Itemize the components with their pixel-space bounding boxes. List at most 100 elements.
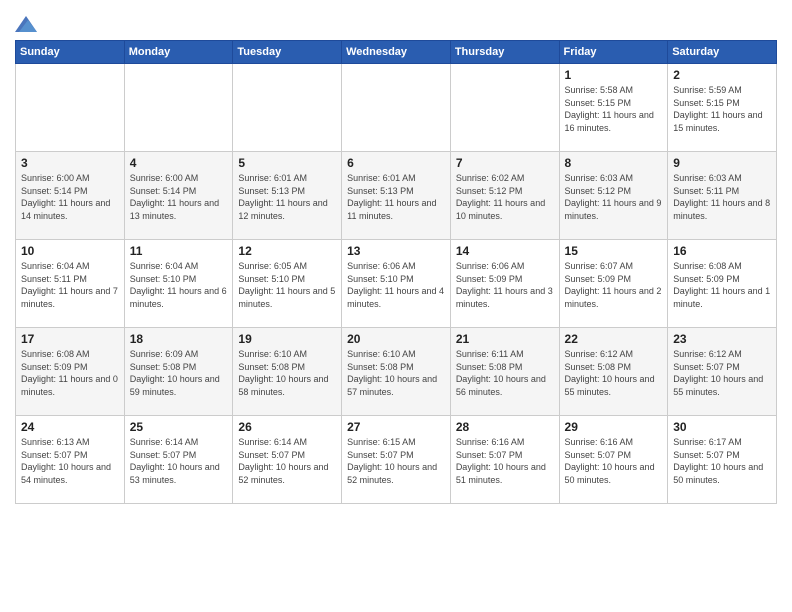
daylight: Daylight: 11 hours and 16 minutes. xyxy=(565,110,654,133)
day-info: Sunrise: 6:08 AM Sunset: 5:09 PM Dayligh… xyxy=(673,260,771,310)
daylight: Daylight: 11 hours and 5 minutes. xyxy=(238,286,335,309)
day-info: Sunrise: 6:11 AM Sunset: 5:08 PM Dayligh… xyxy=(456,348,554,398)
day-info: Sunrise: 6:01 AM Sunset: 5:13 PM Dayligh… xyxy=(238,172,336,222)
sunrise: Sunrise: 6:15 AM xyxy=(347,437,416,447)
daylight: Daylight: 10 hours and 54 minutes. xyxy=(21,462,111,485)
sunrise: Sunrise: 6:10 AM xyxy=(347,349,416,359)
day-cell: 18 Sunrise: 6:09 AM Sunset: 5:08 PM Dayl… xyxy=(124,328,233,416)
sunrise: Sunrise: 6:14 AM xyxy=(130,437,199,447)
sunset: Sunset: 5:15 PM xyxy=(565,98,632,108)
sunset: Sunset: 5:08 PM xyxy=(456,362,523,372)
day-cell: 15 Sunrise: 6:07 AM Sunset: 5:09 PM Dayl… xyxy=(559,240,668,328)
day-info: Sunrise: 6:04 AM Sunset: 5:11 PM Dayligh… xyxy=(21,260,119,310)
day-number: 27 xyxy=(347,420,445,434)
day-number: 26 xyxy=(238,420,336,434)
day-cell: 6 Sunrise: 6:01 AM Sunset: 5:13 PM Dayli… xyxy=(342,152,451,240)
day-info: Sunrise: 6:14 AM Sunset: 5:07 PM Dayligh… xyxy=(130,436,228,486)
day-info: Sunrise: 6:08 AM Sunset: 5:09 PM Dayligh… xyxy=(21,348,119,398)
daylight: Daylight: 11 hours and 10 minutes. xyxy=(456,198,545,221)
day-number: 23 xyxy=(673,332,771,346)
sunrise: Sunrise: 6:06 AM xyxy=(456,261,525,271)
sunset: Sunset: 5:08 PM xyxy=(238,362,305,372)
day-cell: 11 Sunrise: 6:04 AM Sunset: 5:10 PM Dayl… xyxy=(124,240,233,328)
day-info: Sunrise: 6:06 AM Sunset: 5:10 PM Dayligh… xyxy=(347,260,445,310)
daylight: Daylight: 11 hours and 12 minutes. xyxy=(238,198,327,221)
day-cell: 26 Sunrise: 6:14 AM Sunset: 5:07 PM Dayl… xyxy=(233,416,342,504)
daylight: Daylight: 11 hours and 2 minutes. xyxy=(565,286,662,309)
day-number: 5 xyxy=(238,156,336,170)
day-number: 28 xyxy=(456,420,554,434)
sunrise: Sunrise: 6:17 AM xyxy=(673,437,742,447)
day-cell: 16 Sunrise: 6:08 AM Sunset: 5:09 PM Dayl… xyxy=(668,240,777,328)
sunset: Sunset: 5:07 PM xyxy=(238,450,305,460)
day-info: Sunrise: 6:10 AM Sunset: 5:08 PM Dayligh… xyxy=(238,348,336,398)
sunset: Sunset: 5:10 PM xyxy=(130,274,197,284)
day-info: Sunrise: 6:05 AM Sunset: 5:10 PM Dayligh… xyxy=(238,260,336,310)
daylight: Daylight: 11 hours and 1 minute. xyxy=(673,286,770,309)
sunset: Sunset: 5:09 PM xyxy=(21,362,88,372)
daylight: Daylight: 11 hours and 9 minutes. xyxy=(565,198,662,221)
day-info: Sunrise: 6:07 AM Sunset: 5:09 PM Dayligh… xyxy=(565,260,663,310)
day-info: Sunrise: 6:15 AM Sunset: 5:07 PM Dayligh… xyxy=(347,436,445,486)
daylight: Daylight: 10 hours and 58 minutes. xyxy=(238,374,328,397)
sunset: Sunset: 5:14 PM xyxy=(21,186,88,196)
day-cell: 20 Sunrise: 6:10 AM Sunset: 5:08 PM Dayl… xyxy=(342,328,451,416)
day-number: 1 xyxy=(565,68,663,82)
daylight: Daylight: 10 hours and 51 minutes. xyxy=(456,462,546,485)
daylight: Daylight: 10 hours and 59 minutes. xyxy=(130,374,220,397)
sunset: Sunset: 5:11 PM xyxy=(673,186,739,196)
day-number: 22 xyxy=(565,332,663,346)
day-cell: 25 Sunrise: 6:14 AM Sunset: 5:07 PM Dayl… xyxy=(124,416,233,504)
sunrise: Sunrise: 6:03 AM xyxy=(565,173,634,183)
weekday-header-thursday: Thursday xyxy=(450,41,559,64)
day-number: 29 xyxy=(565,420,663,434)
daylight: Daylight: 11 hours and 0 minutes. xyxy=(21,374,118,397)
day-cell: 4 Sunrise: 6:00 AM Sunset: 5:14 PM Dayli… xyxy=(124,152,233,240)
sunset: Sunset: 5:07 PM xyxy=(130,450,197,460)
day-cell: 5 Sunrise: 6:01 AM Sunset: 5:13 PM Dayli… xyxy=(233,152,342,240)
sunset: Sunset: 5:07 PM xyxy=(21,450,88,460)
sunset: Sunset: 5:11 PM xyxy=(21,274,87,284)
sunrise: Sunrise: 6:10 AM xyxy=(238,349,307,359)
logo xyxy=(15,10,39,34)
day-cell xyxy=(124,64,233,152)
weekday-header-friday: Friday xyxy=(559,41,668,64)
sunrise: Sunrise: 6:13 AM xyxy=(21,437,90,447)
daylight: Daylight: 11 hours and 3 minutes. xyxy=(456,286,553,309)
sunset: Sunset: 5:10 PM xyxy=(238,274,305,284)
sunrise: Sunrise: 6:07 AM xyxy=(565,261,634,271)
sunset: Sunset: 5:14 PM xyxy=(130,186,197,196)
day-cell: 30 Sunrise: 6:17 AM Sunset: 5:07 PM Dayl… xyxy=(668,416,777,504)
daylight: Daylight: 11 hours and 4 minutes. xyxy=(347,286,444,309)
sunset: Sunset: 5:10 PM xyxy=(347,274,414,284)
day-number: 9 xyxy=(673,156,771,170)
week-row-5: 24 Sunrise: 6:13 AM Sunset: 5:07 PM Dayl… xyxy=(16,416,777,504)
week-row-4: 17 Sunrise: 6:08 AM Sunset: 5:09 PM Dayl… xyxy=(16,328,777,416)
daylight: Daylight: 10 hours and 50 minutes. xyxy=(565,462,655,485)
day-info: Sunrise: 6:12 AM Sunset: 5:08 PM Dayligh… xyxy=(565,348,663,398)
weekday-header-sunday: Sunday xyxy=(16,41,125,64)
day-number: 24 xyxy=(21,420,119,434)
daylight: Daylight: 11 hours and 11 minutes. xyxy=(347,198,436,221)
daylight: Daylight: 10 hours and 52 minutes. xyxy=(238,462,328,485)
sunrise: Sunrise: 6:02 AM xyxy=(456,173,525,183)
day-cell xyxy=(16,64,125,152)
sunrise: Sunrise: 6:09 AM xyxy=(130,349,199,359)
day-number: 2 xyxy=(673,68,771,82)
week-row-2: 3 Sunrise: 6:00 AM Sunset: 5:14 PM Dayli… xyxy=(16,152,777,240)
day-number: 8 xyxy=(565,156,663,170)
weekday-header-monday: Monday xyxy=(124,41,233,64)
sunset: Sunset: 5:07 PM xyxy=(565,450,632,460)
day-cell: 13 Sunrise: 6:06 AM Sunset: 5:10 PM Dayl… xyxy=(342,240,451,328)
sunset: Sunset: 5:12 PM xyxy=(456,186,523,196)
sunset: Sunset: 5:08 PM xyxy=(347,362,414,372)
sunrise: Sunrise: 6:01 AM xyxy=(238,173,307,183)
sunset: Sunset: 5:15 PM xyxy=(673,98,740,108)
day-number: 15 xyxy=(565,244,663,258)
day-info: Sunrise: 6:01 AM Sunset: 5:13 PM Dayligh… xyxy=(347,172,445,222)
day-info: Sunrise: 5:58 AM Sunset: 5:15 PM Dayligh… xyxy=(565,84,663,134)
day-cell: 27 Sunrise: 6:15 AM Sunset: 5:07 PM Dayl… xyxy=(342,416,451,504)
day-cell xyxy=(342,64,451,152)
day-info: Sunrise: 6:17 AM Sunset: 5:07 PM Dayligh… xyxy=(673,436,771,486)
day-info: Sunrise: 6:09 AM Sunset: 5:08 PM Dayligh… xyxy=(130,348,228,398)
